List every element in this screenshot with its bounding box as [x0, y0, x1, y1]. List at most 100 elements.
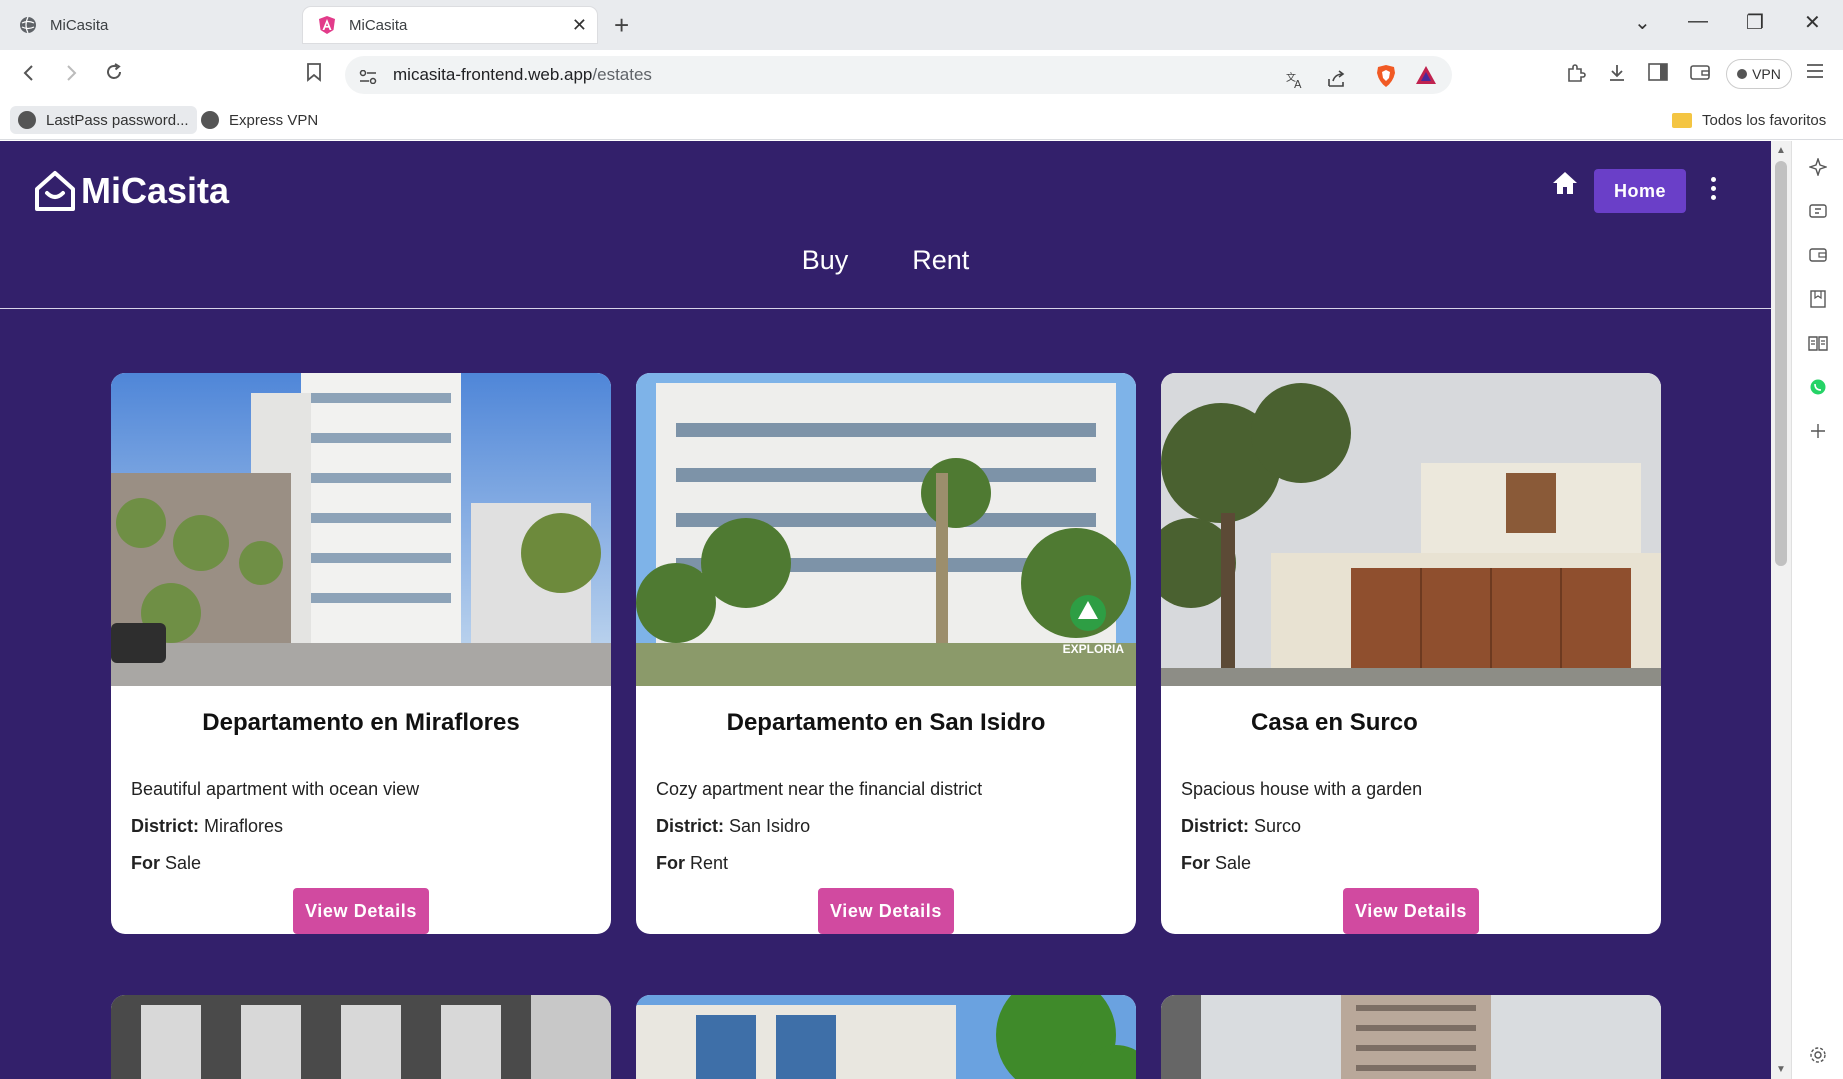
brave-talk-icon[interactable]: [1808, 201, 1828, 221]
bookmark-express-vpn[interactable]: Express VPN: [193, 106, 326, 134]
estate-photo[interactable]: [636, 995, 1136, 1079]
district-label: District:: [131, 816, 200, 836]
scrollbar-thumb[interactable]: [1775, 161, 1787, 566]
photo-watermark: EXPLORIA: [1062, 642, 1124, 656]
estate-photo[interactable]: [111, 373, 611, 686]
estate-card: EXPLORIA Departamento en San Isidro Cozy…: [636, 373, 1136, 934]
estate-for: For Rent: [656, 853, 1136, 874]
bookmarks-panel-icon[interactable]: [1808, 289, 1828, 309]
menu-icon[interactable]: [1806, 63, 1824, 84]
new-tab-button[interactable]: +: [614, 10, 629, 40]
home-icon[interactable]: [1552, 171, 1578, 200]
for-value: Sale: [165, 853, 202, 873]
page-scrollbar[interactable]: ▲ ▼: [1771, 141, 1791, 1079]
bookmark-lastpass[interactable]: LastPass password...: [10, 106, 197, 134]
downloads-icon[interactable]: [1608, 63, 1626, 88]
angular-logo-icon: [317, 15, 337, 35]
brand-name: MiCasita: [81, 170, 230, 211]
browser-tab-2[interactable]: MiCasita ✕: [303, 7, 597, 43]
bookmark-label: Express VPN: [229, 111, 319, 129]
page-viewport: MiCasita Home Buy Rent Departamento en M…: [0, 141, 1771, 1079]
nav-buy[interactable]: Buy: [802, 245, 849, 276]
estate-photo[interactable]: [1161, 373, 1661, 686]
leo-ai-icon[interactable]: [1808, 157, 1828, 177]
estate-district: District: Miraflores: [131, 816, 611, 837]
forward-icon[interactable]: [62, 62, 80, 88]
bookmarks-bar: LastPass password... Express VPN Todos l…: [0, 100, 1843, 140]
browser-toolbar: micasita-frontend.web.app/estates 文A VPN: [0, 50, 1843, 100]
estate-photo[interactable]: EXPLORIA: [636, 373, 1136, 686]
reading-list-icon[interactable]: [1808, 333, 1828, 353]
estate-district: District: Surco: [1181, 816, 1661, 837]
estate-card: [111, 995, 611, 1079]
browser-tab-bar: MiCasita MiCasita ✕ + ⌄ — ❐ ✕: [0, 0, 1843, 50]
globe-icon: [18, 111, 36, 129]
more-options-icon[interactable]: [1708, 177, 1718, 204]
address-bar[interactable]: micasita-frontend.web.app/estates 文A: [345, 56, 1452, 94]
window-close-icon[interactable]: ✕: [1804, 10, 1821, 35]
url-host: micasita-frontend.web.app: [393, 65, 593, 84]
translate-icon[interactable]: 文A: [1285, 70, 1305, 95]
view-details-button[interactable]: View Details: [293, 888, 429, 934]
site-logo[interactable]: MiCasita: [33, 169, 229, 213]
tab-search-icon[interactable]: ⌄: [1634, 10, 1651, 35]
globe-icon: [201, 111, 219, 129]
wallet-icon[interactable]: [1690, 63, 1710, 86]
scroll-down-icon[interactable]: ▼: [1776, 1064, 1786, 1075]
bookmark-label: LastPass password...: [46, 111, 189, 129]
estate-district: District: San Isidro: [656, 816, 1136, 837]
restore-icon[interactable]: ❐: [1746, 10, 1764, 35]
back-icon[interactable]: [20, 62, 38, 88]
all-bookmarks[interactable]: Todos los favoritos: [1664, 106, 1834, 134]
view-details-button[interactable]: View Details: [1343, 888, 1479, 934]
estate-description: Spacious house with a garden: [1181, 779, 1423, 799]
for-label: For: [1181, 853, 1210, 873]
vpn-status-icon: [1737, 69, 1748, 79]
view-details-button[interactable]: View Details: [818, 888, 954, 934]
vpn-label: VPN: [1752, 66, 1781, 82]
home-button[interactable]: Home: [1594, 169, 1686, 213]
district-label: District:: [656, 816, 725, 836]
vpn-button[interactable]: VPN: [1726, 59, 1792, 89]
estate-photo[interactable]: [1161, 995, 1661, 1079]
bookmark-icon[interactable]: [306, 62, 322, 88]
site-settings-icon[interactable]: [359, 69, 377, 89]
whatsapp-icon[interactable]: [1808, 377, 1828, 397]
browser-side-panel: [1791, 141, 1843, 1079]
estate-for: For Sale: [1181, 853, 1661, 874]
scroll-up-icon[interactable]: ▲: [1776, 145, 1786, 156]
estate-for: For Sale: [131, 853, 611, 874]
for-value: Rent: [690, 853, 729, 873]
minimize-icon[interactable]: —: [1688, 10, 1708, 33]
gear-icon[interactable]: [1808, 1045, 1828, 1065]
share-icon[interactable]: [1327, 70, 1347, 93]
bookmark-label: Todos los favoritos: [1702, 111, 1827, 129]
estate-title: Departamento en San Isidro: [726, 709, 1046, 736]
nav-rent[interactable]: Rent: [912, 245, 969, 276]
estate-card: Casa en Surco Spacious house with a gard…: [1161, 373, 1661, 934]
sidebar-toggle-icon[interactable]: [1648, 63, 1668, 86]
brave-shields-icon[interactable]: [1375, 64, 1397, 93]
district-value: Miraflores: [204, 816, 284, 836]
estate-card: [636, 995, 1136, 1079]
estate-description: Beautiful apartment with ocean view: [131, 779, 420, 799]
district-label: District:: [1181, 816, 1250, 836]
reload-icon[interactable]: [104, 62, 124, 88]
extensions-icon[interactable]: [1566, 63, 1586, 88]
brave-rewards-icon[interactable]: [1415, 65, 1437, 90]
tab-title: MiCasita: [50, 16, 109, 34]
estate-description: Cozy apartment near the financial distri…: [656, 779, 983, 799]
estate-photo[interactable]: [111, 995, 611, 1079]
estate-card: [1161, 995, 1661, 1079]
main-nav: Buy Rent: [0, 245, 1771, 276]
for-label: For: [131, 853, 160, 873]
browser-tab-1[interactable]: MiCasita: [10, 7, 300, 43]
svg-text:A: A: [1294, 78, 1302, 90]
close-tab-icon[interactable]: ✕: [572, 15, 587, 36]
house-logo-icon: [35, 171, 75, 211]
add-panel-icon[interactable]: [1808, 421, 1828, 441]
tab-title: MiCasita: [349, 16, 408, 34]
for-label: For: [656, 853, 685, 873]
folder-icon: [1672, 112, 1692, 128]
wallet-icon[interactable]: [1808, 245, 1828, 265]
